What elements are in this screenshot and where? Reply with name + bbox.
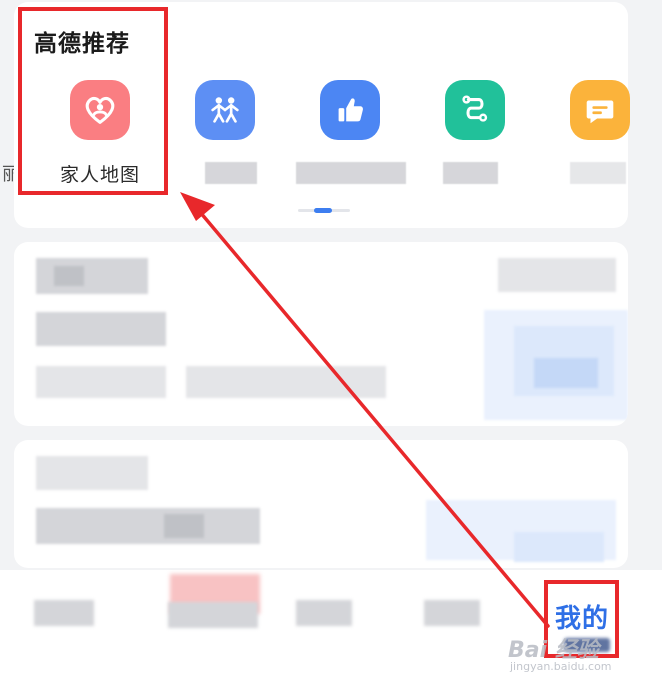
blurred-text: [186, 366, 386, 398]
route-icon: [445, 80, 505, 140]
message-icon: [570, 80, 630, 140]
nav-tab-blurred[interactable]: [296, 600, 352, 626]
blurred-text: [36, 508, 260, 544]
highlight-box-family-map: [18, 7, 168, 195]
blurred-image: [514, 532, 604, 562]
feed-card-blurred[interactable]: [14, 242, 628, 426]
app-label-blurred: [570, 162, 626, 184]
thumbs-up-icon: [320, 80, 380, 140]
blurred-text: [54, 266, 84, 286]
watermark-url: jingyan.baidu.com: [510, 660, 612, 673]
page-indicator-active: [314, 208, 332, 213]
page-indicator: [298, 204, 350, 214]
blurred-text: [164, 514, 204, 538]
two-people-icon: [195, 80, 255, 140]
app-label-blurred: [205, 162, 257, 184]
blurred-text: [36, 366, 166, 398]
watermark: Bai 经验 jingyan.baidu.com: [508, 632, 648, 676]
nav-tab-blurred[interactable]: [168, 602, 258, 628]
nav-tab-blurred[interactable]: [34, 600, 94, 626]
app-label-blurred: [296, 162, 406, 184]
feed-card-blurred[interactable]: [14, 440, 628, 568]
app-label-blurred: [443, 162, 498, 184]
cropped-label-edge: 丽: [2, 164, 14, 185]
blurred-text: [498, 258, 616, 292]
nav-tab-blurred[interactable]: [424, 600, 480, 626]
blurred-text: [36, 312, 166, 346]
blurred-text: [36, 456, 148, 490]
blurred-text: [36, 258, 148, 294]
blurred-image: [534, 358, 598, 388]
